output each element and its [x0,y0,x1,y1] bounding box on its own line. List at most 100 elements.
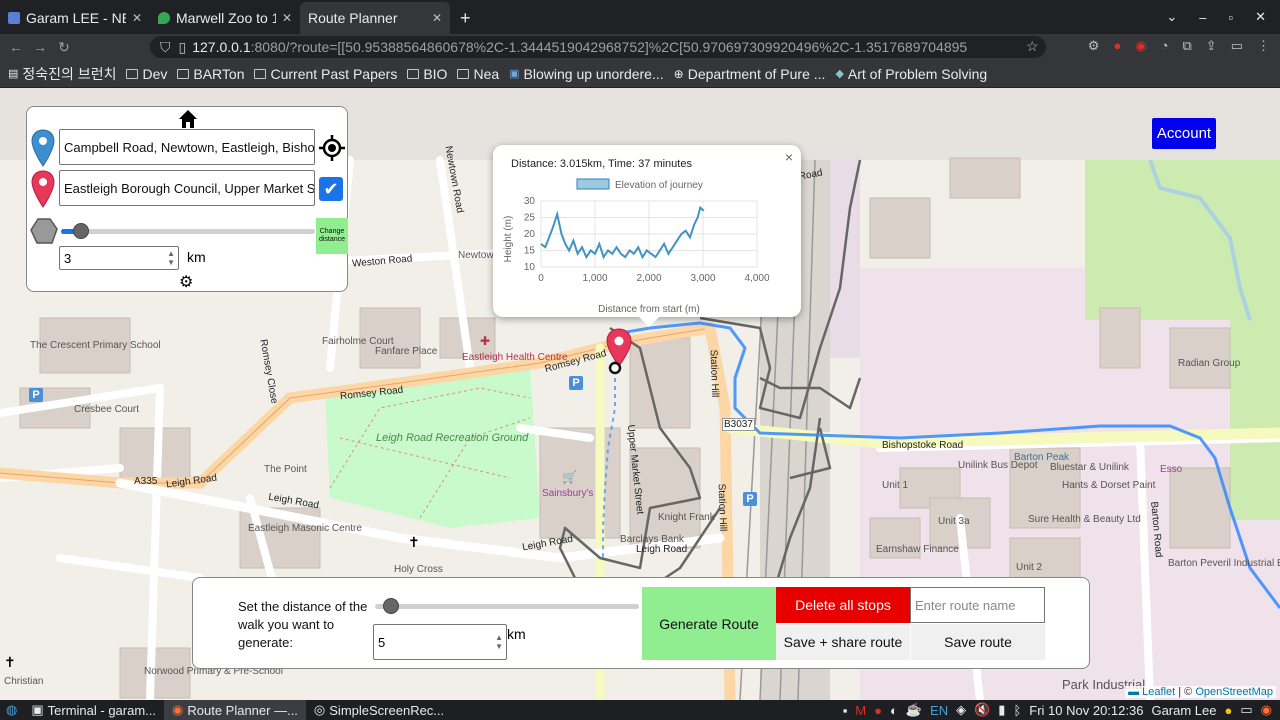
return-to-start-checkbox[interactable]: ✔ [319,177,343,201]
tray-app-icon[interactable]: ◐ [890,703,898,718]
extensions-puzzle-icon[interactable]: ⧉ [1183,38,1192,54]
route-name-input[interactable]: Enter route name [910,587,1045,623]
firefox-tray-icon[interactable]: ◉ [1261,702,1272,718]
home-icon[interactable] [178,109,198,129]
browser-tab-bar: Garam LEE - NEA ✕ Marwell Zoo to 1 ✕ Rou… [0,0,1280,34]
settings-gear-icon[interactable]: ⚙ [179,272,193,292]
battery-icon[interactable]: ▮ [998,702,1005,718]
language-indicator[interactable]: EN [930,703,948,718]
route-summary: Distance: 3.015km, Time: 37 minutes [511,158,692,170]
map-label: Earnshaw Finance [876,544,959,555]
firefox-icon: ◉ [172,702,184,717]
account-button[interactable]: Account [1152,118,1216,149]
delete-all-stops-button[interactable]: Delete all stops [776,587,910,623]
change-distance-button[interactable]: Change distance [316,218,348,254]
tab-list-icon[interactable]: ⌄ [1166,9,1177,25]
current-location-icon[interactable] [319,135,345,161]
maximize-icon[interactable]: ▫ [1228,10,1233,25]
taskbar-item-label: Terminal - garam... [47,702,157,718]
spinner-icon[interactable]: ▲ ▼ [495,633,503,651]
save-share-route-button[interactable]: Save + share route [776,624,910,660]
taskbar-item-terminal[interactable]: ▣ Terminal - garam... [23,700,164,720]
distance-slider[interactable] [61,223,315,239]
bookmark-star-icon[interactable]: ☆ [1026,38,1039,55]
generate-distance-slider[interactable] [375,598,639,614]
extension-icon[interactable]: ◔ [1161,38,1169,54]
bookmark-folder[interactable]: BIO [407,66,447,82]
extensions-toolbar: ⚙ ● ◉ ◔ ⧉ ⇪ ▭ ⋮ [1088,38,1270,54]
bookmark-item[interactable]: ◆ Art of Problem Solving [835,66,987,82]
attribution-separator: | © [1178,686,1193,698]
app-launcher-icon[interactable]: ◍ [0,702,23,718]
taskbar-item-screen-recorder[interactable]: ◎ SimpleScreenRec... [306,700,452,720]
bookmark-item[interactable]: ▤ 정숙진의 브런치 [8,64,116,84]
forward-icon[interactable]: → [28,39,52,55]
generate-slider-thumb[interactable] [382,598,399,614]
url-input[interactable]: ⛉ ▯ 127.0.0.1:8080/?route=[[50.953885648… [150,36,1046,58]
bookmark-folder[interactable]: Nea [457,66,499,82]
road-label: Station Hill [707,349,721,398]
save-route-button[interactable]: Save route [911,624,1045,660]
bookmark-label: Current Past Papers [270,65,398,82]
record-icon[interactable]: ● [874,703,882,718]
end-location-input[interactable]: Eastleigh Borough Council, Upper Market … [59,170,315,206]
sidebar-icon[interactable]: ▭ [1231,38,1243,54]
reload-icon[interactable]: ↻ [52,39,76,56]
close-icon[interactable]: ✕ [432,11,442,25]
coffee-icon[interactable]: ☕ [906,702,922,718]
tab-garam-lee-nea[interactable]: Garam LEE - NEA ✕ [0,2,150,34]
y-tick-label: 30 [524,196,536,207]
camera-icon[interactable]: ▪ [843,703,848,718]
bookmark-label: BIO [423,65,448,82]
notification-icon[interactable]: ▭ [1240,702,1252,718]
back-icon[interactable]: ← [4,39,28,55]
share-icon[interactable]: ⇪ [1206,38,1217,54]
distance-km-input[interactable]: 3 ▲ ▼ [59,246,179,270]
popup-close-button[interactable]: × [785,149,793,165]
tab-route-planner[interactable]: Route Planner ✕ [300,2,450,34]
spinner-icon[interactable]: ▲ ▼ [167,249,175,267]
mail-icon[interactable]: M [855,703,866,718]
new-tab-button[interactable]: + [450,2,481,34]
network-icon[interactable]: ◈ [956,702,966,718]
bookmark-item[interactable]: ▣ Blowing up unordere... [509,66,664,82]
shape-polygon-icon [30,218,58,244]
y-tick-label: 10 [524,262,536,273]
url-host: 127.0.0.1 [192,39,251,55]
osm-link[interactable]: OpenStreetMap [1195,686,1273,698]
window-close-icon[interactable]: ✕ [1255,9,1266,25]
y-tick-label: 15 [524,246,536,257]
bookmark-item[interactable]: ⊕ Department of Pure ... [674,66,826,82]
close-icon[interactable]: ✕ [282,11,292,25]
mute-icon[interactable]: 🔇 [974,702,990,718]
menu-icon[interactable]: ⋮ [1257,38,1270,54]
generate-route-button[interactable]: Generate Route [642,587,776,660]
terminal-icon: ▣ [31,702,44,717]
taskbar-item-route-planner[interactable]: ◉ Route Planner —... [164,700,306,720]
bookmark-folder[interactable]: Dev [126,66,167,82]
extension-icon[interactable]: ● [1113,38,1121,54]
distance-slider-thumb[interactable] [73,223,90,239]
bluetooth-icon[interactable]: ᛒ [1013,703,1021,718]
map-label: Holy Cross [394,564,443,575]
tab-marwell-zoo[interactable]: Marwell Zoo to 1 ✕ [150,2,300,34]
user-name[interactable]: Garam Lee [1151,703,1216,718]
leaflet-link[interactable]: Leaflet [1142,686,1175,698]
bookmark-label: BARTon [193,65,245,82]
generate-distance-input[interactable]: 5 ▲ ▼ [373,624,507,660]
bookmark-label: Art of Problem Solving [847,65,988,82]
minimize-icon[interactable]: – [1199,10,1206,25]
bookmark-folder[interactable]: Current Past Papers [254,66,397,82]
start-location-input[interactable]: Campbell Road, Newtown, Eastleigh, Bisho… [59,129,315,165]
extension-icon[interactable]: ◉ [1135,38,1146,54]
extension-icon[interactable]: ⚙ [1088,38,1100,54]
start-point-marker-icon[interactable] [608,361,622,375]
bookmarks-bar: ▤ 정숙진의 브런치 Dev BARTon Current Past Papers… [0,60,1280,88]
tab-title: Marwell Zoo to 1 [176,10,276,26]
close-icon[interactable]: ✕ [132,11,142,25]
page-info-icon[interactable]: ▯ [179,39,187,56]
map-label: Barton Peveril Industrial Estate [1168,558,1280,569]
bookmark-folder[interactable]: BARTon [177,66,244,82]
folder-icon [177,68,190,79]
clock[interactable]: Fri 10 Nov 20:12:36 [1029,703,1143,718]
